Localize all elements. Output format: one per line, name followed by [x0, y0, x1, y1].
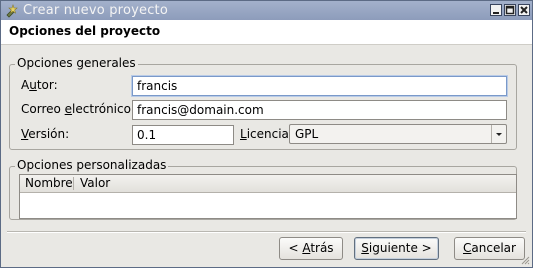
general-options-legend: Opciones generales	[15, 56, 138, 70]
chevron-down-icon	[496, 133, 502, 136]
table-header: Nombre Valor	[20, 175, 516, 193]
column-separator	[73, 177, 74, 190]
back-button[interactable]: < Atrás	[279, 237, 343, 260]
author-field[interactable]	[132, 76, 507, 96]
maximize-icon	[505, 5, 515, 15]
close-icon	[520, 6, 528, 14]
resize-grip-icon[interactable]	[520, 255, 530, 265]
license-dropdown[interactable]: GPL	[289, 124, 507, 144]
version-field[interactable]	[132, 125, 234, 145]
minimize-button[interactable]	[490, 4, 502, 16]
custom-options-legend: Opciones personalizadas	[15, 158, 169, 172]
maximize-button[interactable]	[504, 4, 516, 16]
column-header-value[interactable]: Valor	[80, 177, 110, 190]
custom-options-table[interactable]: Nombre Valor	[19, 174, 517, 219]
column-header-name[interactable]: Nombre	[25, 177, 73, 190]
email-label: Correo electrónico:	[21, 102, 135, 116]
license-label: Licencia:	[240, 127, 293, 141]
dropdown-arrow-area[interactable]	[491, 125, 506, 143]
project-wizard-icon	[6, 4, 18, 18]
window-title: Crear nuevo proyecto	[23, 3, 168, 18]
page-title: Opciones del proyecto	[9, 24, 161, 38]
license-selected-value: GPL	[295, 127, 319, 141]
next-button[interactable]: Siguiente >	[354, 237, 439, 260]
version-label: Versión:	[21, 127, 70, 141]
close-button[interactable]	[518, 4, 530, 16]
minimize-icon	[493, 12, 499, 14]
page-header: Opciones del proyecto	[1, 20, 532, 45]
email-field[interactable]	[132, 100, 507, 120]
cancel-button[interactable]: Cancelar	[454, 237, 525, 260]
dialog-window: Crear nuevo proyecto Opciones del proyec…	[0, 0, 533, 268]
title-bar[interactable]: Crear nuevo proyecto	[1, 1, 532, 20]
button-divider	[7, 231, 526, 233]
author-label: Autor:	[21, 78, 58, 92]
